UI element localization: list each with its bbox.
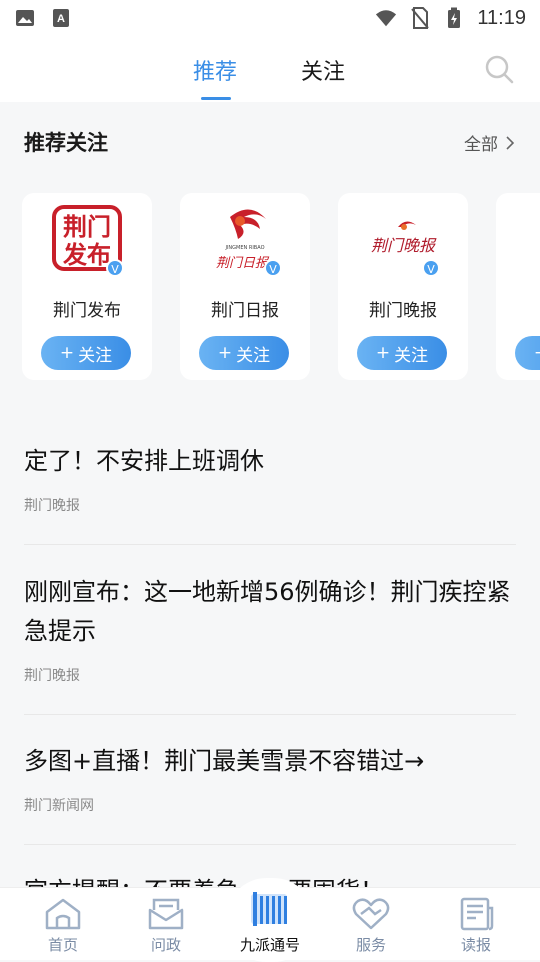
- follow-label: 关注: [236, 345, 271, 366]
- news-item[interactable]: 定了！不安排上班调休 荆门晚报: [24, 442, 516, 515]
- follow-label: 关注: [394, 345, 429, 366]
- wifi-icon: [375, 8, 397, 28]
- nav-label: 九派通号: [239, 936, 300, 954]
- account-name: 荆门日报: [211, 301, 279, 321]
- text-app-icon: A: [50, 8, 72, 28]
- news-item[interactable]: 多图+直播！荆门最美雪景不容错过→ 荆门新闻网: [24, 742, 516, 815]
- nav-service[interactable]: 服务: [331, 888, 411, 961]
- divider: [24, 714, 516, 715]
- news-source: 荆门新闻网: [24, 798, 94, 814]
- plus-icon: +: [534, 343, 540, 363]
- top-nav: 推荐 关注: [0, 36, 540, 102]
- news-title: 刚刚宣布：这一地新增56例确诊！荆门疾控紧急提示: [24, 578, 511, 645]
- account-card[interactable]: JINGMEN RIBAO 荆门日报 V 荆门日报 + 关注: [180, 193, 310, 380]
- svg-text:发布: 发布: [62, 241, 111, 269]
- tab-following[interactable]: 关注: [301, 54, 345, 86]
- heart-hands-icon: [352, 898, 390, 930]
- plus-icon: +: [59, 343, 75, 363]
- battery-charging-icon: [443, 7, 465, 28]
- svg-text:荆门: 荆门: [63, 213, 111, 241]
- plus-icon: +: [375, 343, 391, 363]
- follow-button[interactable]: + 关注: [199, 336, 289, 370]
- verified-badge-icon: V: [422, 259, 440, 277]
- account-logo: [526, 203, 540, 273]
- view-all-label: 全部: [464, 135, 498, 155]
- divider: [24, 544, 516, 545]
- plus-icon: +: [217, 343, 233, 363]
- nav-label: 首页: [47, 936, 78, 954]
- news-item[interactable]: 刚刚宣布：这一地新增56例确诊！荆门疾控紧急提示 荆门晚报: [24, 573, 516, 685]
- account-card[interactable]: 荆门晚报 V 荆门晚报 + 关注: [338, 193, 468, 380]
- svg-text:JINGMEN RIBAO: JINGMEN RIBAO: [224, 245, 264, 251]
- follow-button[interactable]: + 关注: [357, 336, 447, 370]
- news-source: 荆门晚报: [24, 668, 80, 684]
- news-source: 荆门晚报: [24, 498, 80, 514]
- chevron-right-icon: [506, 135, 514, 150]
- nav-label: 读报: [460, 936, 491, 954]
- news-title: 定了！不安排上班调休: [24, 447, 264, 475]
- nav-home[interactable]: 首页: [23, 888, 103, 961]
- follow-label: 关注: [78, 345, 113, 366]
- search-icon[interactable]: [484, 54, 514, 84]
- nav-label: 问政: [150, 936, 181, 954]
- follow-button[interactable]: + 关注: [41, 336, 131, 370]
- gallery-icon: [14, 8, 36, 28]
- account-name: 荆门发布: [53, 301, 121, 321]
- bottom-nav: 首页 问政 九派通号 服务 读报: [0, 878, 540, 962]
- active-tab-indicator: [201, 97, 231, 100]
- nav-wenzheng[interactable]: 问政: [126, 888, 206, 961]
- divider: [24, 844, 516, 845]
- view-all-link[interactable]: 全部: [464, 130, 514, 155]
- news-title: 多图+直播！荆门最美雪景不容错过→: [24, 747, 425, 775]
- account-card[interactable]: 荆门 发布 V 荆门发布 + 关注: [22, 193, 152, 380]
- nav-jiupai[interactable]: 九派通号: [225, 878, 315, 962]
- tab-recommend[interactable]: 推荐: [193, 54, 237, 86]
- verified-badge-icon: V: [106, 259, 124, 277]
- jiupai-icon: [251, 892, 287, 926]
- svg-text:荆门日报: 荆门日报: [216, 256, 270, 271]
- clock: 11:19: [477, 6, 526, 29]
- status-bar: A 11:19: [0, 0, 540, 36]
- mail-icon: [148, 898, 184, 930]
- svg-text:A: A: [57, 13, 65, 25]
- account-name: 荆门: [496, 296, 540, 321]
- recommend-cards: 荆门 发布 V 荆门发布 + 关注 JINGMEN RIBAO 荆门日报 V 荆…: [22, 193, 540, 380]
- section-title-recommend-follow: 推荐关注: [24, 131, 108, 155]
- follow-button[interactable]: + 关注: [515, 336, 540, 370]
- home-icon: [45, 898, 81, 930]
- nav-label: 服务: [355, 936, 386, 954]
- no-sim-icon: [409, 7, 431, 29]
- account-card[interactable]: 荆门 + 关注: [496, 193, 540, 380]
- newspaper-icon: [460, 897, 494, 931]
- verified-badge-icon: V: [264, 259, 282, 277]
- account-name: 荆门晚报: [369, 301, 437, 321]
- nav-newspaper[interactable]: 读报: [436, 888, 516, 961]
- svg-text:荆门晚报: 荆门晚报: [371, 236, 437, 255]
